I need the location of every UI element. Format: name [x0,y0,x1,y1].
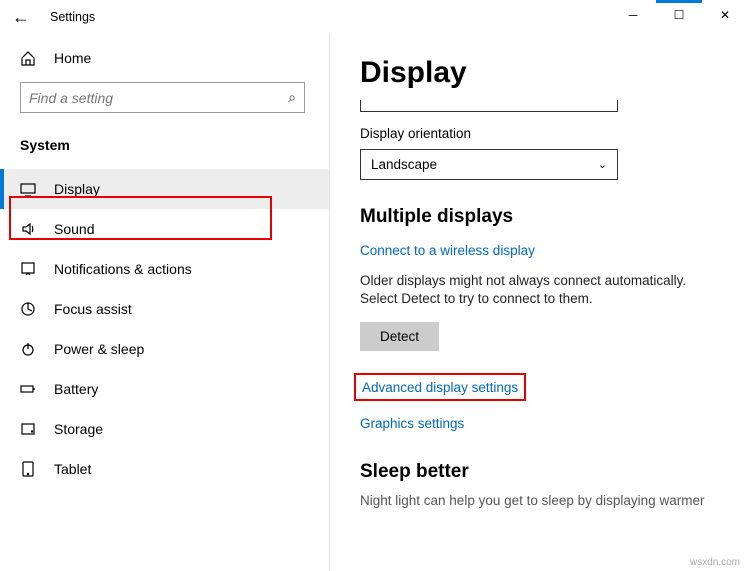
tablet-icon [20,461,36,477]
sidebar-item-focus-assist[interactable]: Focus assist [0,289,329,329]
sleep-description: Night light can help you get to sleep by… [360,493,718,508]
sidebar-item-power-sleep[interactable]: Power & sleep [0,329,329,369]
back-button[interactable]: ← [12,7,32,28]
older-displays-text: Older displays might not always connect … [360,272,718,308]
wireless-display-link[interactable]: Connect to a wireless display [360,243,535,258]
window-title: Settings [50,10,95,24]
sidebar-item-label: Sound [54,221,94,237]
power-icon [20,341,36,357]
sidebar-item-label: Notifications & actions [54,261,192,277]
sidebar-item-display[interactable]: Display [0,169,329,209]
orientation-value: Landscape [371,157,437,172]
sidebar-item-label: Tablet [54,461,91,477]
maximize-button[interactable]: ☐ [656,0,702,30]
detect-button[interactable]: Detect [360,322,439,351]
sound-icon [20,221,36,237]
sidebar-item-label: Focus assist [54,301,132,317]
sleep-better-heading: Sleep better [360,461,718,483]
advanced-display-link[interactable]: Advanced display settings [362,380,518,395]
focus-icon [20,301,36,317]
sidebar-item-notifications[interactable]: Notifications & actions [0,249,329,289]
home-nav[interactable]: Home [0,40,329,76]
storage-icon [20,421,36,437]
orientation-label: Display orientation [360,126,718,141]
chevron-down-icon: ⌄ [598,158,607,171]
close-button[interactable]: ✕ [702,0,748,30]
sidebar-item-label: Display [54,181,100,197]
home-label: Home [54,50,91,66]
sidebar-item-sound[interactable]: Sound [0,209,329,249]
sidebar-item-label: Battery [54,381,98,397]
main-content: Display Display orientation Landscape ⌄ … [330,34,748,571]
sidebar-item-label: Power & sleep [54,341,144,357]
watermark: wsxdn.com [690,557,740,568]
sidebar-item-battery[interactable]: Battery [0,369,329,409]
sidebar: Home ⌕ System Display Sound Notification… [0,34,330,571]
search-icon: ⌕ [288,89,296,106]
graphics-settings-link[interactable]: Graphics settings [360,416,464,431]
display-icon [20,181,36,197]
sidebar-item-tablet[interactable]: Tablet [0,449,329,489]
search-input[interactable]: ⌕ [20,82,305,113]
home-icon [20,50,36,66]
search-field[interactable] [29,90,269,106]
notifications-icon [20,261,36,277]
page-title: Display [360,56,718,90]
orientation-dropdown[interactable]: Landscape ⌄ [360,149,618,180]
minimize-button[interactable]: ─ [610,0,656,30]
sidebar-item-storage[interactable]: Storage [0,409,329,449]
multiple-displays-heading: Multiple displays [360,206,718,228]
battery-icon [20,381,36,397]
category-heading: System [0,127,329,169]
sidebar-item-label: Storage [54,421,103,437]
prev-control-cutoff [360,100,618,112]
